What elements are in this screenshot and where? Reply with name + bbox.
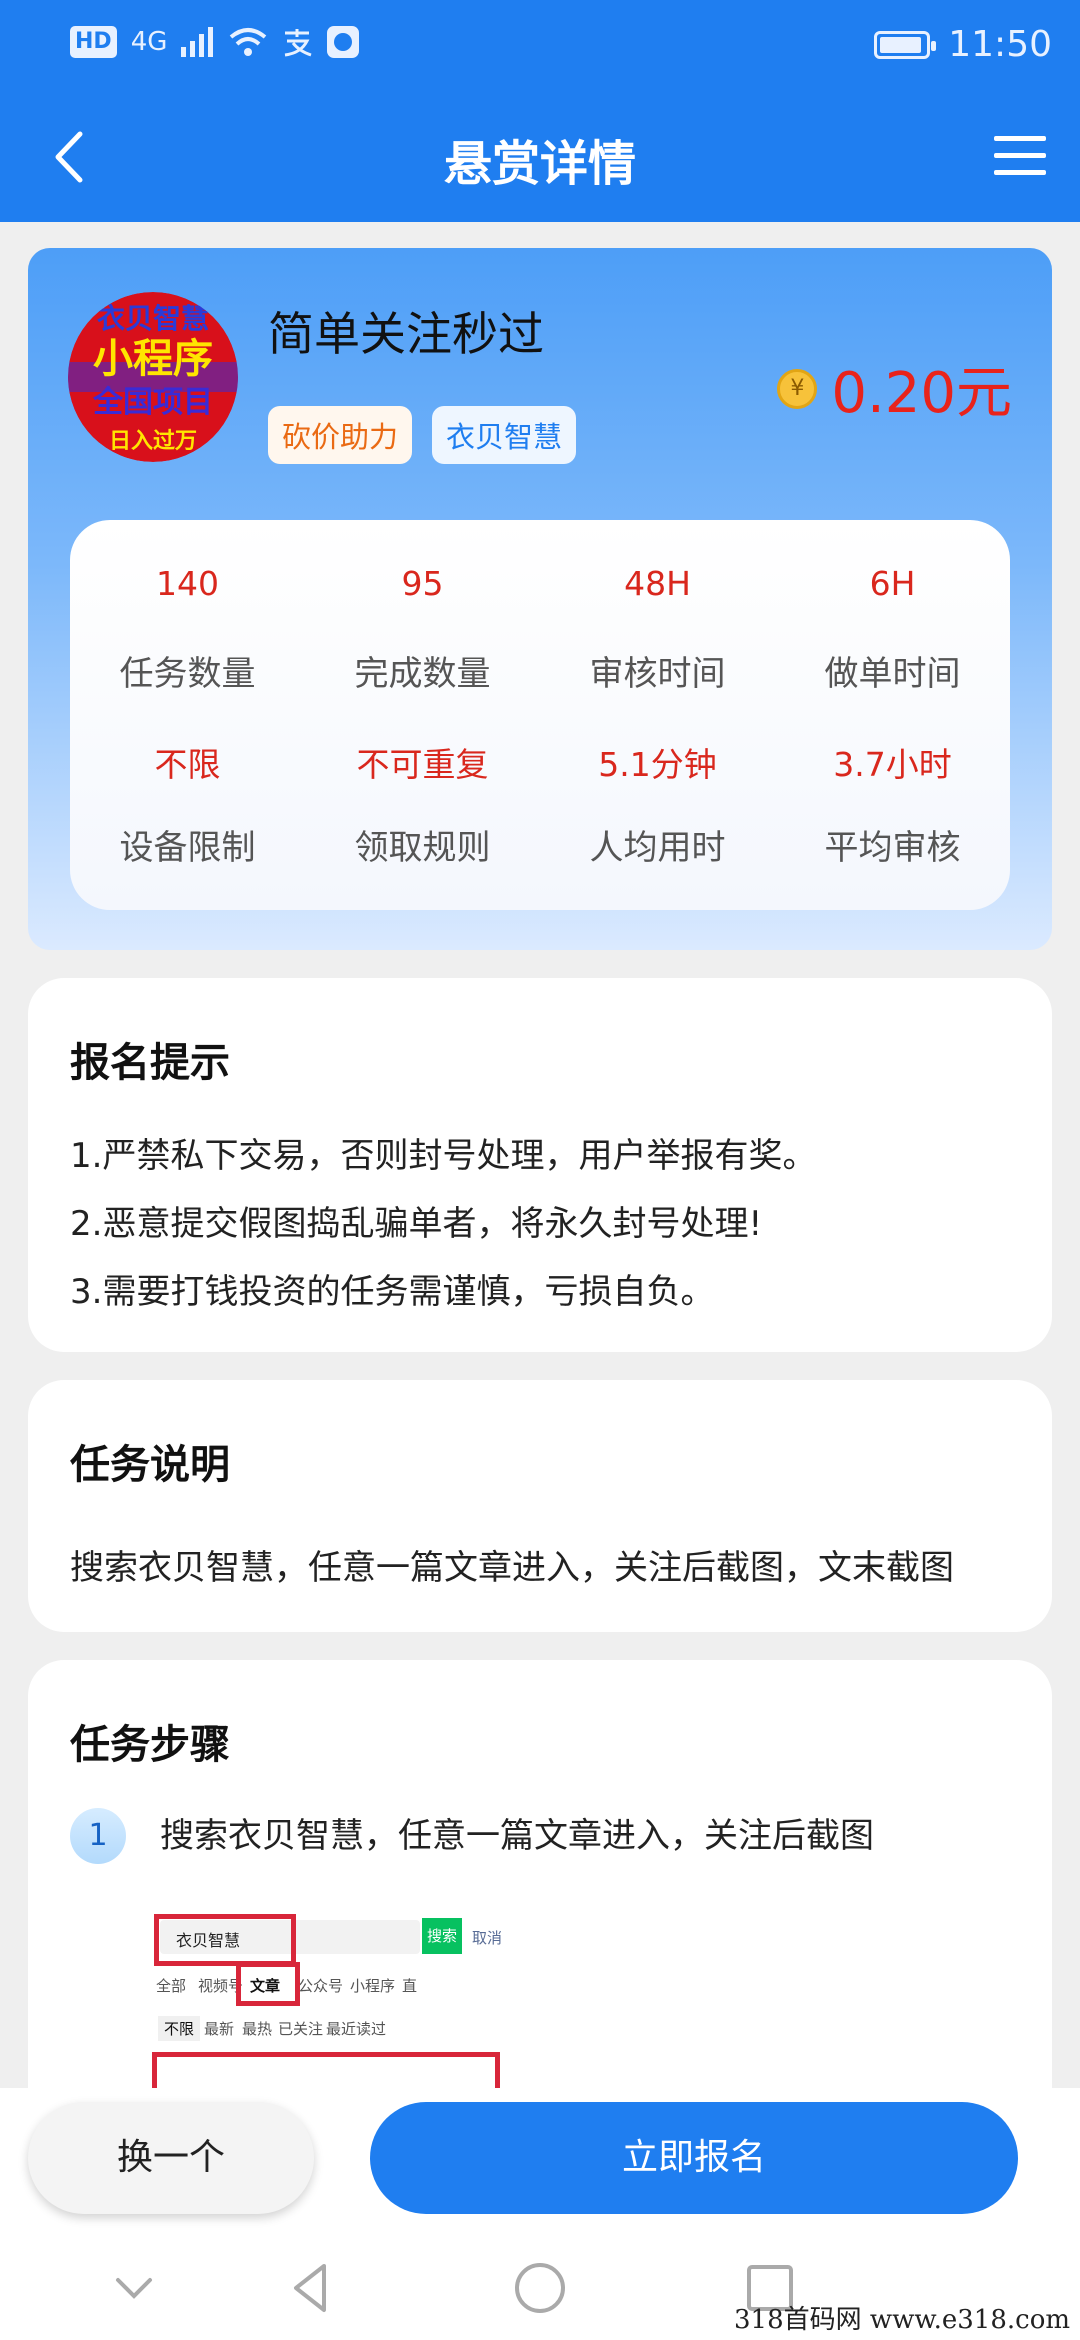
- tip-item: 3.需要打钱投资的任务需谨慎，亏损自负。: [70, 1272, 715, 1312]
- stat-label: 人均用时: [589, 828, 726, 868]
- shot-tab: 小程序: [350, 1977, 396, 1995]
- task-description-text: 搜索衣贝智慧，任意一篇文章进入，关注后截图，文末截图: [70, 1548, 954, 1588]
- shot-tab: 全部: [156, 1977, 187, 1995]
- shot-search-button: 搜索: [422, 1918, 462, 1954]
- chevron-down-icon[interactable]: [104, 2258, 164, 2318]
- stat-work-time: 6H 做单时间: [775, 564, 1010, 695]
- home-circle-icon[interactable]: [510, 2258, 570, 2318]
- section-title: 报名提示: [66, 1030, 234, 1088]
- alipay-icon: [285, 29, 312, 57]
- task-description-card: 任务说明 搜索衣贝智慧，任意一篇文章进入，关注后截图，文末截图: [28, 1380, 1052, 1632]
- hamburger-menu-icon[interactable]: [990, 126, 1050, 186]
- shot-filter: 最热: [242, 2020, 273, 2038]
- stat-review-time: 48H 审核时间: [540, 564, 775, 695]
- stat-claim-rule: 不可重复 领取规则: [305, 738, 540, 869]
- svg-text:全国项目: 全国项目: [92, 385, 213, 420]
- shot-filter: 已关注: [278, 2020, 324, 2038]
- stat-value: 95: [401, 564, 444, 603]
- stat-task-count: 140 任务数量: [70, 564, 305, 695]
- task-stats-panel: 140 任务数量 95 完成数量 48H 审核时间 6H 做单时间 不限 设备限…: [70, 520, 1010, 910]
- stat-completed-count: 95 完成数量: [305, 564, 540, 695]
- shot-tab: 直: [402, 1977, 418, 1995]
- battery-icon: [874, 30, 937, 59]
- svg-text:衣贝智慧: 衣贝智慧: [97, 302, 209, 335]
- bottom-action-bar: 换一个 立即报名 318首码网 www.e318.com: [0, 2088, 1080, 2340]
- signup-tips-card: 报名提示 1.严禁私下交易，否则封号处理，用户举报有奖。 2.恶意提交假图捣乱骗…: [28, 978, 1052, 1352]
- stat-label: 平均审核: [824, 828, 961, 868]
- signal-icon: [181, 27, 214, 57]
- stat-value: 48H: [624, 564, 691, 603]
- page-title: 悬赏详情: [443, 136, 636, 192]
- highlight-box: [154, 1914, 296, 1966]
- step-screenshot[interactable]: 衣贝智慧 搜索 取消 全部 视频号 文章 公众号 小程序 直 不限 最新 最热 …: [150, 1880, 550, 2090]
- reward: ¥ 0.20元: [777, 348, 1012, 429]
- shot-cancel: 取消: [472, 1929, 503, 1947]
- status-left: HD 4G: [70, 26, 360, 58]
- stat-value: 3.7小时: [833, 745, 952, 784]
- app-notification-icon: [327, 26, 360, 58]
- stat-value: 5.1分钟: [598, 745, 717, 784]
- task-overview-card: 衣贝智慧 小程序 全国项目 日入过万 简单关注秒过 砍价助力 衣贝智慧 ¥ 0.…: [28, 248, 1052, 950]
- task-title: 简单关注秒过: [268, 307, 544, 361]
- svg-text:日入过万: 日入过万: [109, 429, 197, 454]
- stat-label: 设备限制: [119, 828, 256, 868]
- network-label: 4G: [130, 27, 168, 57]
- reward-amount: 0.20元: [831, 361, 1012, 426]
- stat-label: 完成数量: [354, 654, 491, 694]
- stat-label: 审核时间: [589, 654, 726, 694]
- tip-item: 1.严禁私下交易，否则封号处理，用户举报有奖。: [70, 1136, 817, 1176]
- shot-tab: 公众号: [298, 1977, 344, 1995]
- shot-filter: 最新: [204, 2020, 235, 2038]
- status-right: 11:50: [874, 24, 1052, 65]
- top-bar: HD 4G 11:50 悬赏详情: [0, 0, 1080, 222]
- svg-text:小程序: 小程序: [93, 336, 213, 382]
- highlight-box: [236, 1962, 300, 2006]
- shot-filter: 不限: [158, 2016, 201, 2041]
- status-bar: HD 4G 11:50: [0, 0, 1080, 92]
- stat-value: 不限: [154, 745, 221, 784]
- stat-label: 任务数量: [119, 654, 256, 694]
- signup-button[interactable]: 立即报名: [370, 2102, 1018, 2214]
- clock: 11:50: [948, 24, 1052, 65]
- section-title: 任务步骤: [66, 1712, 234, 1770]
- switch-task-button[interactable]: 换一个: [28, 2102, 314, 2214]
- stat-value: 6H: [869, 564, 916, 603]
- hd-badge: HD: [70, 26, 117, 58]
- stat-value: 140: [156, 564, 219, 603]
- step-number: 1: [70, 1808, 126, 1864]
- stat-label: 做单时间: [824, 654, 961, 694]
- nav-bar: 悬赏详情: [0, 92, 1080, 222]
- stat-label: 领取规则: [354, 828, 491, 868]
- wifi-icon: [230, 28, 267, 56]
- tip-item: 2.恶意提交假图捣乱骗单者，将永久封号处理!: [70, 1204, 763, 1244]
- stat-avg-time: 5.1分钟 人均用时: [540, 738, 775, 869]
- stat-device-limit: 不限 设备限制: [70, 738, 305, 869]
- task-avatar: 衣贝智慧 小程序 全国项目 日入过万: [68, 292, 238, 462]
- stat-value: 不可重复: [356, 745, 489, 784]
- tag-bargain: 砍价助力: [268, 406, 413, 464]
- tag-brand: 衣贝智慧: [432, 406, 577, 464]
- step-text: 搜索衣贝智慧，任意一篇文章进入，关注后截图: [160, 1816, 874, 1856]
- coin-icon: ¥: [777, 368, 818, 409]
- highlight-box: [152, 2052, 500, 2090]
- shot-filter: 最近读过: [326, 2020, 387, 2038]
- task-tags: 砍价助力 衣贝智慧: [268, 406, 577, 464]
- watermark: 318首码网 www.e318.com: [734, 2305, 1070, 2335]
- section-title: 任务说明: [66, 1432, 234, 1490]
- stat-avg-review: 3.7小时 平均审核: [775, 738, 1010, 869]
- back-triangle-icon[interactable]: [280, 2258, 340, 2318]
